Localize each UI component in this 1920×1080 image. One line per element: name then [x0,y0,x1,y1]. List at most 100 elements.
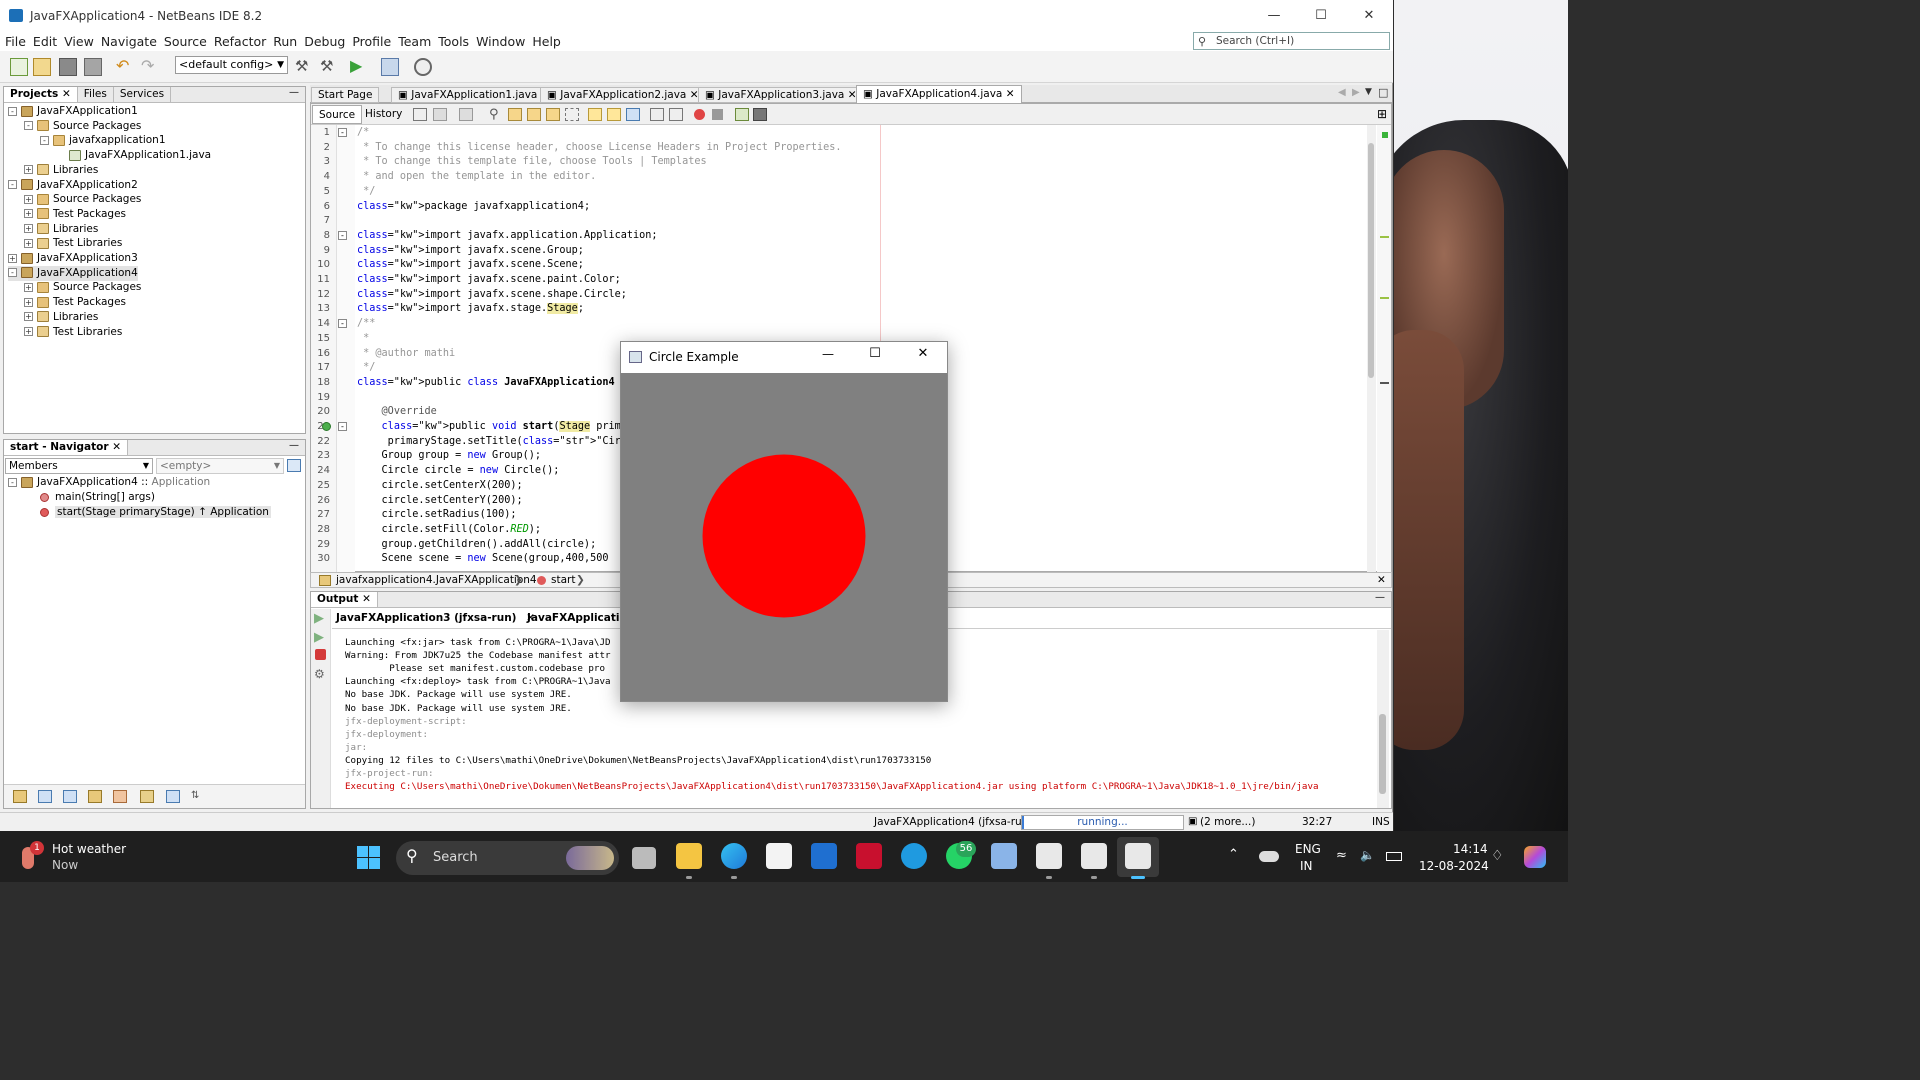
output-line[interactable]: Please set manifest.custom.codebase pro [345,663,605,674]
toggle-highlight-icon[interactable] [546,108,560,121]
expand-icon[interactable]: + [24,224,33,234]
new-file-icon[interactable] [10,58,28,76]
collapse-icon[interactable]: - [8,106,17,116]
start-macro-icon[interactable] [694,109,705,120]
sort-by-name-icon[interactable] [166,790,180,803]
menu-tools[interactable]: Tools [438,34,469,49]
java-app-icon[interactable] [1081,843,1107,869]
expand-icon[interactable]: + [24,312,33,322]
minimize-panel-icon[interactable]: — [289,87,299,98]
minimize-navigator-icon[interactable]: — [289,440,299,451]
menu-file[interactable]: File [5,34,26,49]
code-line[interactable]: Scene scene = new Scene(group,400,500 [357,552,609,567]
run-icon[interactable]: ▶ [350,58,368,76]
code-line[interactable]: @Override [357,405,437,420]
chevron-up-icon[interactable]: ⌃ [1228,847,1239,862]
fold-icon[interactable]: - [338,422,347,431]
filter-options-icon[interactable] [287,459,301,472]
tree-node[interactable]: + Test Packages [24,295,126,310]
breadcrumb-class[interactable]: javafxapplication4.JavaFXApplication4 [336,573,537,587]
tree-node[interactable]: + JavaFXApplication3 [8,251,138,266]
stop-macro-icon[interactable] [712,109,723,120]
code-line[interactable]: group.getChildren().addAll(circle); [357,538,597,553]
java-app-icon[interactable] [1036,843,1062,869]
menu-help[interactable]: Help [532,34,561,49]
code-line[interactable]: * @author mathi [357,347,455,362]
back-icon[interactable] [433,108,447,121]
collapse-icon[interactable]: - [8,268,17,278]
code-line[interactable]: circle.setFill(Color.RED); [357,523,542,538]
menu-window[interactable]: Window [476,34,525,49]
uncomment-icon[interactable] [753,108,767,121]
expand-icon[interactable]: + [24,297,33,307]
prev-bookmark-icon[interactable] [588,108,602,121]
code-line[interactable]: class="kw">package javafxapplication4; [357,200,590,215]
save-all-icon[interactable] [84,58,102,76]
redo-icon[interactable]: ↷ [141,58,159,76]
menu-debug[interactable]: Debug [304,34,345,49]
code-line[interactable]: * [357,332,369,347]
code-line[interactable]: class="kw">import javafx.scene.Scene; [357,258,584,273]
lock-icon[interactable] [88,790,102,803]
menu-edit[interactable]: Edit [33,34,57,49]
code-line[interactable]: class="kw">import javafx.scene.Group; [357,244,584,259]
fold-icon[interactable]: - [338,231,347,240]
maximize-editor-icon[interactable]: □ [1378,86,1388,99]
shift-right-icon[interactable] [669,108,683,121]
members-select[interactable]: Members ▼ [5,458,153,474]
output-scrollbar[interactable] [1377,630,1389,808]
notification-bell-icon[interactable]: ♢ [1491,848,1504,864]
scroll-tabs-right-icon[interactable]: ▶ [1352,87,1360,98]
navigator-root[interactable]: - JavaFXApplication4 :: Application [8,475,210,490]
output-line[interactable]: Launching <fx:deploy> task from C:\PROGR… [345,676,611,687]
toggle-rect-selection-icon[interactable] [565,108,579,121]
start-button[interactable] [357,846,381,870]
tree-node[interactable]: - JavaFXApplication2 [8,178,138,193]
mcafee-icon[interactable] [856,843,882,869]
expand-icon[interactable]: + [24,238,33,248]
scroll-tabs-left-icon[interactable]: ◀ [1338,87,1346,98]
next-bookmark-icon[interactable] [607,108,621,121]
file-explorer-icon[interactable] [676,843,702,869]
find-previous-icon[interactable] [508,108,522,121]
maximize-button[interactable]: ☐ [1297,0,1345,31]
clock-time[interactable]: 14:14 [1453,842,1488,856]
expand-icon[interactable]: + [24,194,33,204]
shift-left-icon[interactable] [650,108,664,121]
weather-widget[interactable]: 1 Hot weather Now [18,839,148,875]
find-next-icon[interactable] [527,108,541,121]
menu-team[interactable]: Team [398,34,431,49]
code-line[interactable]: /* [357,126,369,141]
tree-node[interactable]: + Libraries [24,310,98,325]
code-line[interactable]: * and open the template in the editor. [357,170,596,185]
sort-by-source-icon[interactable] [140,790,154,803]
find-icon[interactable]: ⚲ [489,107,499,122]
config-select[interactable]: <default config> ▼ [175,56,288,74]
forward-icon[interactable] [459,108,473,121]
output-line[interactable]: Copying 12 files to C:\Users\mathi\OneDr… [345,755,931,766]
code-line[interactable]: */ [357,361,375,376]
output-line[interactable]: jfx-deployment: [345,729,428,740]
java-app-icon[interactable] [1125,843,1151,869]
collapse-icon[interactable]: - [24,121,33,131]
output-line[interactable]: jfx-deployment-script: [345,716,467,727]
editor-scrollbar[interactable] [1367,125,1376,572]
help-icon[interactable] [901,843,927,869]
rerun-with-params-icon[interactable]: ▶ [314,630,324,645]
tree-node[interactable]: + Libraries [24,222,98,237]
tree-node[interactable]: + Test Libraries [24,325,122,340]
tab-navigator[interactable]: start - Navigator ✕ [4,440,129,455]
show-non-public-icon[interactable] [113,790,127,803]
taskbar-search[interactable]: ⚲ Search [396,841,619,875]
source-view-button[interactable]: Source [312,105,363,124]
collapse-icon[interactable]: - [40,135,49,145]
tab-output[interactable]: Output ✕ [311,592,378,607]
undo-icon[interactable]: ↶ [116,58,134,76]
copilot-icon[interactable] [1524,846,1546,868]
navigator-item-start[interactable]: start(Stage primaryStage) ↑ Application [40,505,271,520]
task-view-icon[interactable] [632,847,656,869]
debug-icon[interactable] [381,58,399,76]
code-line[interactable]: class="kw">import javafx.application.App… [357,229,658,244]
fx-close-button[interactable]: ✕ [911,346,935,361]
app-cube-icon[interactable] [991,843,1017,869]
